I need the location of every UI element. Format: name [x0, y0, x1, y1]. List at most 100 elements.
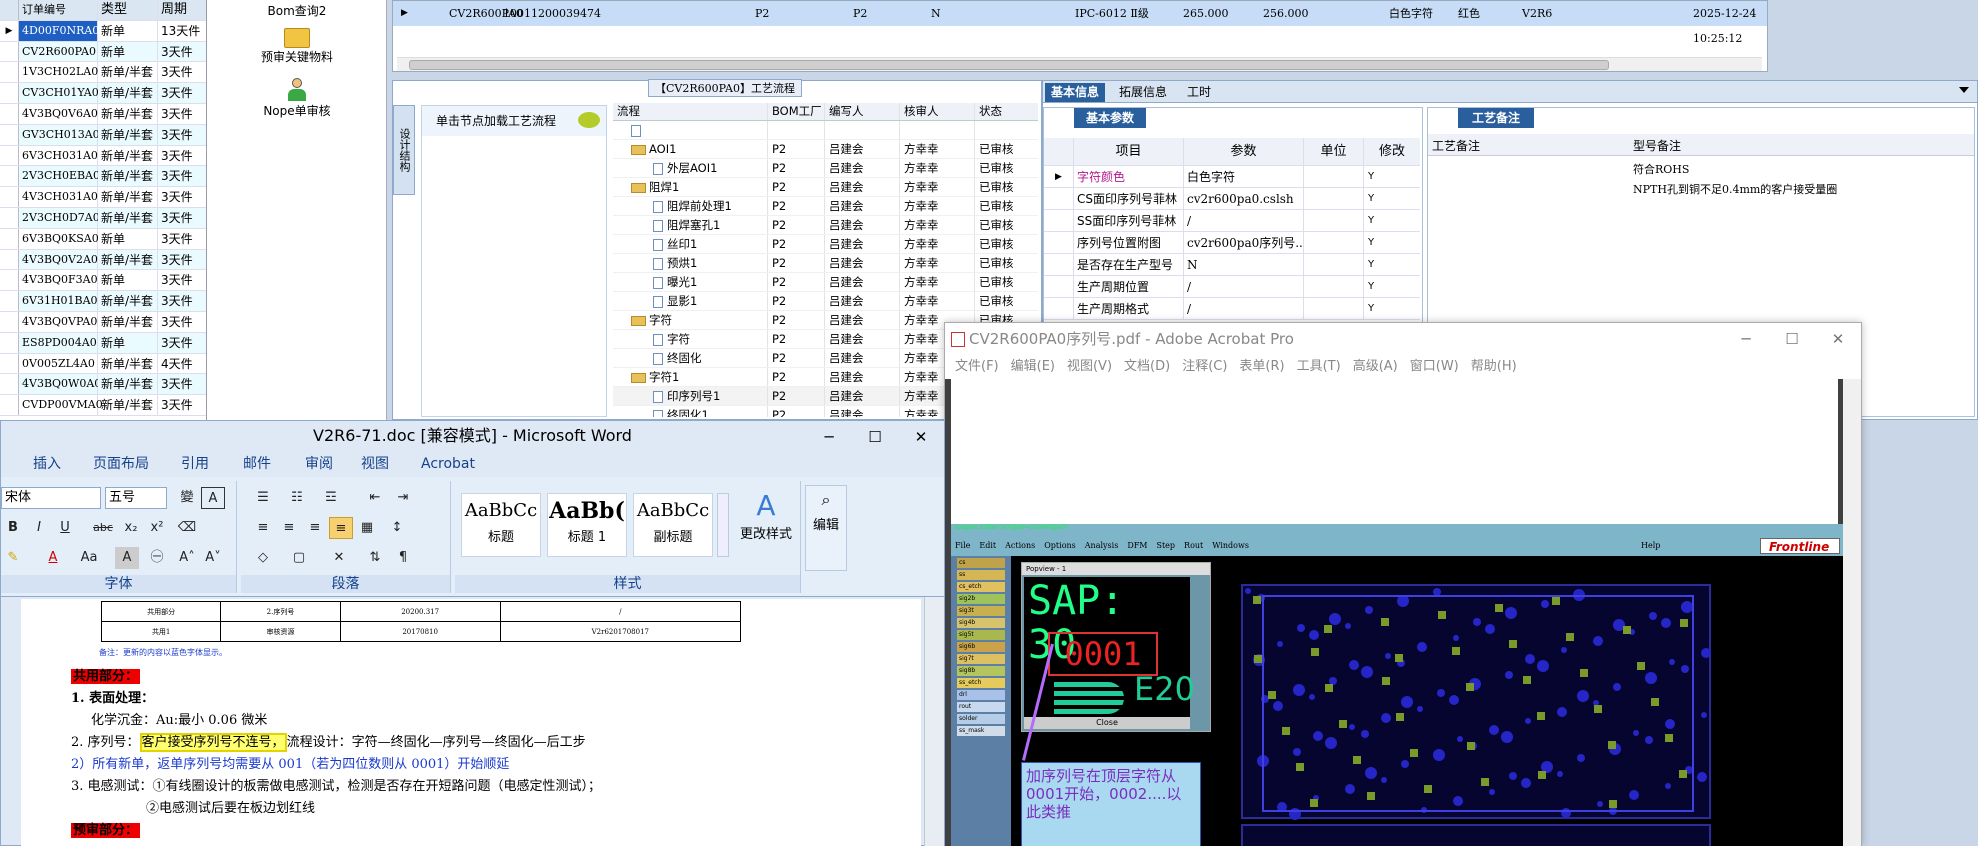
param-value[interactable]: 白色字符	[1184, 166, 1304, 187]
tab-extended-info[interactable]: 拓展信息	[1113, 83, 1173, 102]
menu-item[interactable]: 帮助(H)	[1471, 359, 1517, 374]
order-row[interactable]: CVDP00VMA0 新单/半套 3天件	[0, 395, 206, 416]
sort-icon[interactable]: ⇅	[363, 547, 387, 569]
order-row[interactable]: ▶ 4D00F0NRA0 新单 13天件	[0, 20, 206, 42]
styles-scroll[interactable]	[717, 493, 729, 557]
menu-item[interactable]: 文档(D)	[1124, 359, 1170, 374]
tree-column-header[interactable]: 流程	[613, 103, 768, 120]
nope-review-button[interactable]: Nope单审核	[207, 78, 387, 119]
param-row[interactable]: SS面印序列号菲林 / Y	[1044, 210, 1420, 232]
tree-row[interactable]: 阻焊1 P2 吕建会 方幸幸 已审核	[613, 178, 1038, 197]
align-left-icon[interactable]: ≡	[251, 517, 275, 539]
bom-query-button[interactable]: Bom查询2	[207, 2, 387, 19]
ribbon-tab[interactable]: 插入	[33, 451, 61, 477]
line-spacing-icon[interactable]: ↕	[385, 517, 409, 539]
tab-work-hours[interactable]: 工时	[1181, 83, 1217, 102]
param-value[interactable]: N	[1184, 254, 1304, 275]
grow-font-icon[interactable]: A˄	[175, 547, 199, 569]
ribbon-tab[interactable]: 引用	[181, 451, 209, 477]
bullets-icon[interactable]: ☰	[251, 487, 275, 509]
multilevel-icon[interactable]: ☲	[319, 487, 343, 509]
font-size-case-icon[interactable]: Aa	[77, 547, 101, 569]
tree-row[interactable]: 阻焊塞孔1 P2 吕建会 方幸幸 已审核	[613, 216, 1038, 235]
tree-row[interactable]: 丝印1 P2 吕建会 方幸幸 已审核	[613, 235, 1038, 254]
show-marks-icon[interactable]: ¶	[391, 547, 415, 569]
chevron-down-icon[interactable]	[1959, 87, 1969, 93]
char-shading-icon[interactable]: A	[115, 547, 139, 569]
param-value[interactable]: /	[1184, 298, 1304, 319]
document-page[interactable]: 共用部分 2.序列号 20200.317/共用1 审核资源 20170810 V2r620…	[21, 599, 921, 846]
order-grid[interactable]: 订单编号 类型 周期 ▶ 4D00F0NRA0 新单 13天件 CV2R600PA0 新单 3天件…	[0, 0, 207, 420]
distributed-icon[interactable]: ▦	[355, 517, 379, 539]
order-row[interactable]: GV3CH013A0 新单/半套 3天件	[0, 124, 206, 146]
column-header[interactable]: 周期	[158, 0, 206, 20]
ribbon-tab[interactable]: 审阅	[305, 451, 333, 477]
menu-item[interactable]: 文件(F)	[955, 359, 999, 374]
menu-item[interactable]: 工具(T)	[1297, 359, 1341, 374]
order-row[interactable]: 0V005ZL4A0 新单/半套 4天件	[0, 353, 206, 375]
highlight-icon[interactable]: ✎	[1, 547, 25, 569]
param-row[interactable]: 生产周期格式 / Y	[1044, 298, 1420, 320]
decrease-indent-icon[interactable]: ⇤	[363, 487, 387, 509]
maximize-button[interactable]: ☐	[1769, 323, 1815, 355]
scroll-thumb[interactable]	[409, 60, 1609, 70]
tree-column-header[interactable]: 状态	[975, 103, 1015, 120]
close-button[interactable]: ✕	[1815, 323, 1861, 355]
align-center-icon[interactable]: ≡	[277, 517, 301, 539]
column-header[interactable]: 项目	[1074, 138, 1184, 165]
italic-icon[interactable]: I	[27, 517, 51, 539]
menu-item[interactable]: 窗口(W)	[1410, 359, 1459, 374]
column-header[interactable]: 类型	[98, 0, 158, 20]
ribbon-tab[interactable]: Acrobat	[421, 451, 475, 477]
tree-row[interactable]: 阻焊前处理1 P2 吕建会 方幸幸 已审核	[613, 197, 1038, 216]
strikethrough-icon[interactable]: abc	[91, 517, 115, 539]
ribbon-tab[interactable]: 页面布局	[93, 451, 149, 477]
ribbon-tab[interactable]: 邮件	[243, 451, 271, 477]
shading-icon[interactable]: ◇	[251, 547, 275, 569]
change-case-icon[interactable]: 變	[175, 487, 199, 509]
menu-item[interactable]: 编辑(E)	[1011, 359, 1055, 374]
menu-item[interactable]: 注释(C)	[1182, 359, 1227, 374]
order-row[interactable]: 6V31H01BA0 新单/半套 3天件	[0, 291, 206, 312]
column-header[interactable]: 修改	[1364, 138, 1420, 165]
change-style-button[interactable]: A 更改样式	[733, 489, 799, 542]
tree-row[interactable]: 曝光1 P2 吕建会 方幸幸 已审核	[613, 273, 1038, 292]
align-right-icon[interactable]: ≡	[303, 517, 327, 539]
order-row[interactable]: 4V3BQ0W0A0 新单/半套 3天件	[0, 374, 206, 396]
numbering-icon[interactable]: ☷	[285, 487, 309, 509]
order-row[interactable]: CV2R600PA0 新单 3天件	[0, 41, 206, 63]
order-row[interactable]: 4V3BQ0V6A0 新单/半套 3天件	[0, 103, 206, 125]
column-header[interactable]: 单位	[1304, 138, 1364, 165]
underline-icon[interactable]: U	[53, 517, 77, 539]
font-name-select[interactable]: 宋体	[1, 487, 101, 509]
param-row[interactable]: CS面印序列号菲林 cv2r600pa0.cslsh Y	[1044, 188, 1420, 210]
param-row[interactable]: 生产周期位置 / Y	[1044, 276, 1420, 298]
char-border-icon[interactable]: A	[201, 487, 225, 509]
param-value[interactable]: /	[1184, 276, 1304, 297]
superscript-icon[interactable]: x²	[145, 517, 169, 539]
order-detail-grid[interactable]: ▶ CV2R600PA0 10011200039474 P2 P2 N IPC-6012 Ⅱ…	[392, 0, 1768, 72]
order-row[interactable]: 4V3BQ0VPA0 新单/半套 3天件	[0, 311, 206, 333]
order-row[interactable]: 4V3BQ0V2A0 新单/半套 3天件	[0, 249, 206, 271]
chinese-layout-icon[interactable]: ✕	[327, 547, 351, 569]
shrink-font-icon[interactable]: A˅	[201, 547, 225, 569]
borders-icon[interactable]: ▢	[287, 547, 311, 569]
tree-row[interactable]: 显影1 P2 吕建会 方幸幸 已审核	[613, 292, 1038, 311]
tree-column-header[interactable]: BOM工厂	[768, 103, 825, 120]
maximize-button[interactable]: ☐	[852, 421, 898, 453]
menu-item[interactable]: 高级(A)	[1353, 359, 1398, 374]
load-hint[interactable]: 单击节点加载工艺流程	[422, 106, 606, 136]
column-header[interactable]: 订单编号	[19, 0, 98, 20]
tree-row[interactable]: 外层AOI1 P2 吕建会 方幸幸 已审核	[613, 159, 1038, 178]
style-subtitle[interactable]: AaBbCc 副标题	[633, 493, 713, 557]
pdf-viewport[interactable]: Graphic Editor (V7)(Job=cv2r600pa0) File…	[945, 379, 1861, 846]
param-row[interactable]: ▶ 字符颜色 白色字符 Y	[1044, 166, 1420, 188]
menu-item[interactable]: 表单(R)	[1239, 359, 1284, 374]
order-row[interactable]: 2V3CH0EBA0 新单/半套 3天件	[0, 166, 206, 188]
order-row[interactable]: CV3CH01YA0 新单/半套 3天件	[0, 83, 206, 104]
design-structure-tab[interactable]: 设计结构	[393, 105, 415, 195]
increase-indent-icon[interactable]: ⇥	[391, 487, 415, 509]
minimize-button[interactable]: ─	[806, 421, 852, 453]
menu-item[interactable]: 视图(V)	[1067, 359, 1112, 374]
bold-icon[interactable]: B	[1, 517, 25, 539]
